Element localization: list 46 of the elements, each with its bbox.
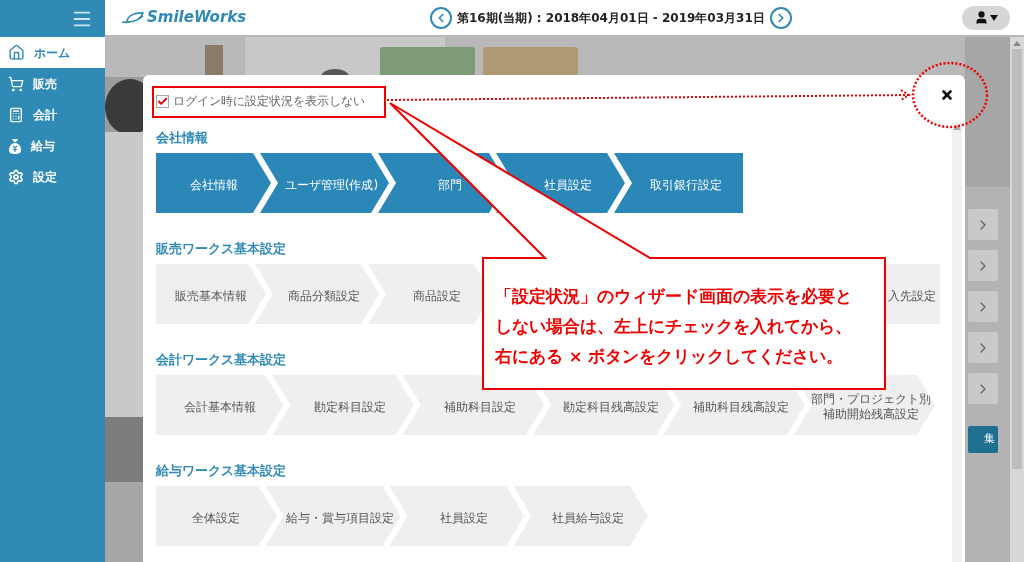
wizard-step[interactable]: 商品分類設定 [255, 264, 379, 324]
section-title: 販売ワークス基本設定 [156, 241, 286, 257]
wizard-step[interactable]: 会計基本情報 [156, 375, 284, 435]
row-open-button[interactable] [968, 332, 998, 363]
wizard-step[interactable]: 社員給与設定 [513, 486, 648, 546]
row-open-button[interactable] [968, 209, 998, 240]
callout-text: しない場合は、左上にチェックを入れてから、 [495, 316, 852, 338]
callout-text: 「設定状況」のウィザード画面の表示を必要と [495, 286, 852, 308]
user-icon [974, 10, 989, 25]
previous-period-button[interactable] [430, 6, 452, 29]
edit-button[interactable]: 集 [968, 426, 998, 453]
logo[interactable]: SmileWorks [121, 6, 247, 29]
wizard-step[interactable]: 入先設定 [884, 264, 940, 324]
wizard-step[interactable]: 勘定科目設定 [272, 375, 414, 435]
row-open-button[interactable] [968, 291, 998, 322]
wizard-step[interactable]: ユーザ管理(作成) [260, 153, 389, 213]
section-title: 会社情報 [156, 130, 208, 146]
page-scrollbar[interactable] [1010, 37, 1024, 562]
home-icon [8, 44, 25, 61]
wizard-step[interactable]: 取引銀行設定 [614, 153, 743, 213]
money-bag-icon [8, 137, 22, 154]
sidebar-item[interactable]: 給与 [0, 130, 105, 161]
fiscal-period: 第16期(当期) : 2018年04月01日 - 2019年03月31日 [457, 9, 765, 27]
gear-icon [8, 168, 24, 185]
section-title: 会計ワークス基本設定 [156, 352, 286, 368]
row-open-button[interactable] [968, 250, 998, 281]
next-period-button[interactable] [769, 6, 792, 29]
wizard-step[interactable]: 会社情報 [156, 153, 271, 213]
wizard-step[interactable]: 給与・賞与項目設定 [265, 486, 401, 546]
dialog-scrollbar[interactable] [952, 122, 962, 562]
sidebar-item[interactable]: 販売 [0, 68, 105, 99]
section-title: 給与ワークス基本設定 [156, 463, 286, 479]
hide-on-login-checkbox[interactable]: ログイン時に設定状況を表示しない [156, 93, 965, 109]
leaf-logo-icon [121, 10, 145, 25]
sidebar-item[interactable]: 会計 [0, 99, 105, 130]
wizard-step[interactable]: 全体設定 [156, 486, 277, 546]
cart-icon [8, 75, 24, 92]
close-button[interactable] [939, 87, 955, 103]
calculator-icon [8, 106, 24, 123]
sidebar-item[interactable]: 設定 [0, 161, 105, 192]
close-icon [940, 88, 954, 102]
row-open-button[interactable] [968, 373, 998, 404]
wizard-step[interactable]: 販売基本情報 [156, 264, 266, 324]
user-menu-button[interactable] [962, 5, 1010, 30]
sidebar-item[interactable]: ホーム [0, 37, 105, 68]
callout-text: 右にある × ボタンをクリックしてください。 [495, 346, 844, 368]
